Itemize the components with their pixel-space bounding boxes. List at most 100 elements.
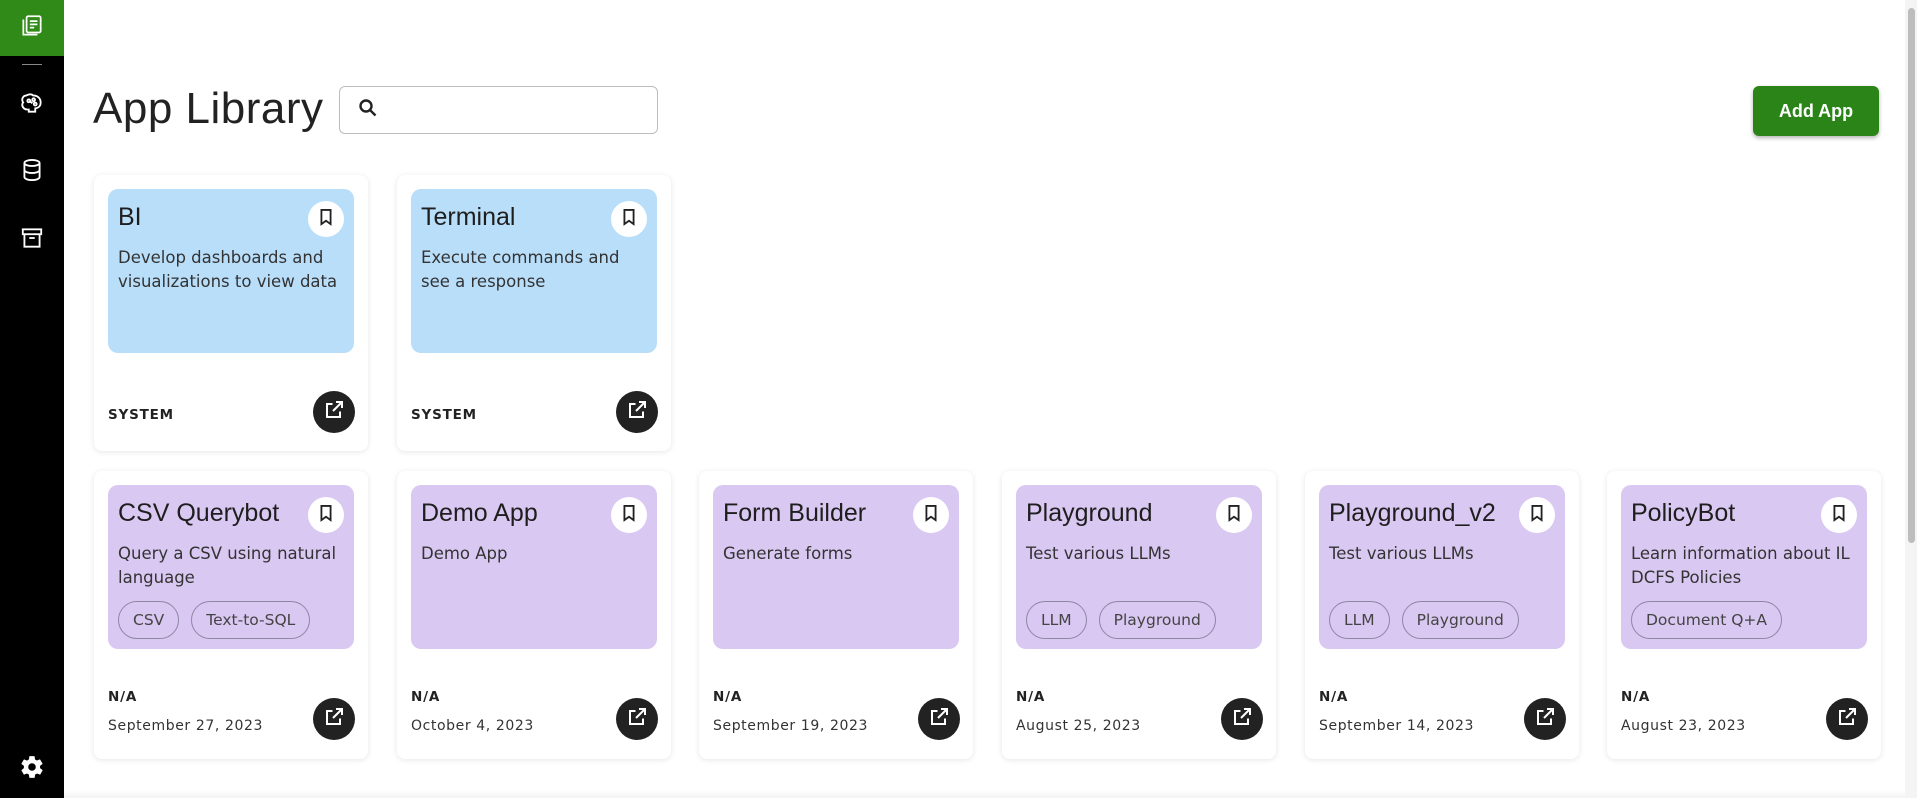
card-owner: SYSTEM <box>411 407 477 423</box>
card-date: August 23, 2023 <box>1621 718 1746 734</box>
app-card-playground[interactable]: Playground Test various LLMs LLM Playgro… <box>1002 471 1276 759</box>
card-owner: SYSTEM <box>108 407 174 423</box>
open-app-button[interactable] <box>313 391 355 433</box>
app-card-csv-querybot[interactable]: CSV Querybot Query a CSV using natural l… <box>94 471 368 759</box>
page-bottom-edge <box>64 790 1905 798</box>
tag-chip[interactable]: LLM <box>1026 601 1087 639</box>
search-box[interactable] <box>339 86 658 134</box>
bookmark-icon <box>619 503 639 527</box>
bookmark-icon <box>1527 503 1547 527</box>
card-date: August 25, 2023 <box>1016 718 1141 734</box>
tag-chip[interactable]: Document Q+A <box>1631 601 1783 639</box>
card-owner: N/A <box>411 689 441 705</box>
sidebar-item-models[interactable] <box>0 85 64 125</box>
card-header: BI Develop dashboards and visualizations… <box>108 189 354 353</box>
bookmark-button[interactable] <box>308 201 344 237</box>
bookmark-button[interactable] <box>611 201 647 237</box>
bookmark-icon <box>921 503 941 527</box>
sidebar-item-database[interactable] <box>0 152 64 192</box>
tag-list: Document Q+A <box>1631 601 1783 639</box>
tag-chip[interactable]: CSV <box>118 601 180 639</box>
card-date: September 19, 2023 <box>713 718 868 734</box>
library-icon <box>19 13 45 43</box>
bookmark-button[interactable] <box>611 497 647 533</box>
open-external-icon <box>1835 705 1859 733</box>
card-owner: N/A <box>1016 689 1046 705</box>
card-header: CSV Querybot Query a CSV using natural l… <box>108 485 354 649</box>
brain-icon <box>19 90 45 120</box>
tag-list: LLM Playground <box>1329 601 1519 639</box>
card-description: Develop dashboards and visualizations to… <box>118 248 338 291</box>
sidebar <box>0 0 64 798</box>
bookmark-icon <box>316 503 336 527</box>
app-card-playground-v2[interactable]: Playground_v2 Test various LLMs LLM Play… <box>1305 471 1579 759</box>
app-card-bi[interactable]: BI Develop dashboards and visualizations… <box>94 175 368 451</box>
add-app-button[interactable]: Add App <box>1753 86 1879 136</box>
sidebar-divider <box>22 64 42 65</box>
tag-chip[interactable]: Playground <box>1098 601 1216 639</box>
open-external-icon <box>1533 705 1557 733</box>
tag-chip[interactable]: Playground <box>1401 601 1519 639</box>
app-card-form-builder[interactable]: Form Builder Generate forms N/A Septembe… <box>699 471 973 759</box>
open-external-icon <box>625 398 649 426</box>
scrollbar-thumb[interactable] <box>1908 8 1915 543</box>
open-app-button[interactable] <box>616 698 658 740</box>
open-external-icon <box>927 705 951 733</box>
card-owner: N/A <box>108 689 138 705</box>
bookmark-button[interactable] <box>1519 497 1555 533</box>
card-owner: N/A <box>1621 689 1651 705</box>
open-external-icon <box>322 398 346 426</box>
card-date: October 4, 2023 <box>411 718 534 734</box>
bookmark-button[interactable] <box>913 497 949 533</box>
open-app-button[interactable] <box>616 391 658 433</box>
sidebar-item-settings[interactable] <box>0 749 64 789</box>
card-description: Query a CSV using natural language <box>118 544 337 587</box>
gear-icon <box>19 754 45 784</box>
card-owner: N/A <box>1319 689 1349 705</box>
app-card-terminal[interactable]: Terminal Execute commands and see a resp… <box>397 175 671 451</box>
sidebar-item-library[interactable] <box>0 0 64 56</box>
open-app-button[interactable] <box>313 698 355 740</box>
bookmark-button[interactable] <box>308 497 344 533</box>
bookmark-button[interactable] <box>1216 497 1252 533</box>
tag-list: LLM Playground <box>1026 601 1216 639</box>
card-description: Test various LLMs <box>1329 544 1474 563</box>
card-header: Form Builder Generate forms <box>713 485 959 649</box>
card-owner: N/A <box>713 689 743 705</box>
open-external-icon <box>1230 705 1254 733</box>
search-icon <box>356 96 380 124</box>
card-description: Execute commands and see a response <box>421 248 620 291</box>
bookmark-icon <box>1224 503 1244 527</box>
tag-chip[interactable]: Text-to-SQL <box>191 601 311 639</box>
card-header: Demo App Demo App <box>411 485 657 649</box>
app-card-demo-app[interactable]: Demo App Demo App N/A October 4, 2023 <box>397 471 671 759</box>
open-external-icon <box>625 705 649 733</box>
card-description: Test various LLMs <box>1026 544 1171 563</box>
search-input[interactable] <box>390 90 657 130</box>
open-external-icon <box>322 705 346 733</box>
bookmark-icon <box>619 207 639 231</box>
card-date: September 14, 2023 <box>1319 718 1474 734</box>
card-date: September 27, 2023 <box>108 718 263 734</box>
open-app-button[interactable] <box>918 698 960 740</box>
bookmark-icon <box>316 207 336 231</box>
app-card-policybot[interactable]: PolicyBot Learn information about IL DCF… <box>1607 471 1881 759</box>
card-description: Generate forms <box>723 544 853 563</box>
card-description: Learn information about IL DCFS Policies <box>1631 544 1850 587</box>
tag-list: CSV Text-to-SQL <box>118 601 311 639</box>
database-icon <box>19 157 45 187</box>
card-header: Playground_v2 Test various LLMs LLM Play… <box>1319 485 1565 649</box>
card-header: Terminal Execute commands and see a resp… <box>411 189 657 353</box>
card-header: Playground Test various LLMs LLM Playgro… <box>1016 485 1262 649</box>
archive-icon <box>19 225 45 255</box>
bookmark-icon <box>1829 503 1849 527</box>
card-header: PolicyBot Learn information about IL DCF… <box>1621 485 1867 649</box>
open-app-button[interactable] <box>1826 698 1868 740</box>
open-app-button[interactable] <box>1221 698 1263 740</box>
tag-chip[interactable]: LLM <box>1329 601 1390 639</box>
open-app-button[interactable] <box>1524 698 1566 740</box>
bookmark-button[interactable] <box>1821 497 1857 533</box>
sidebar-item-storage[interactable] <box>0 220 64 260</box>
page-scrollbar[interactable] <box>1905 0 1917 798</box>
page-title: App Library <box>93 84 324 133</box>
